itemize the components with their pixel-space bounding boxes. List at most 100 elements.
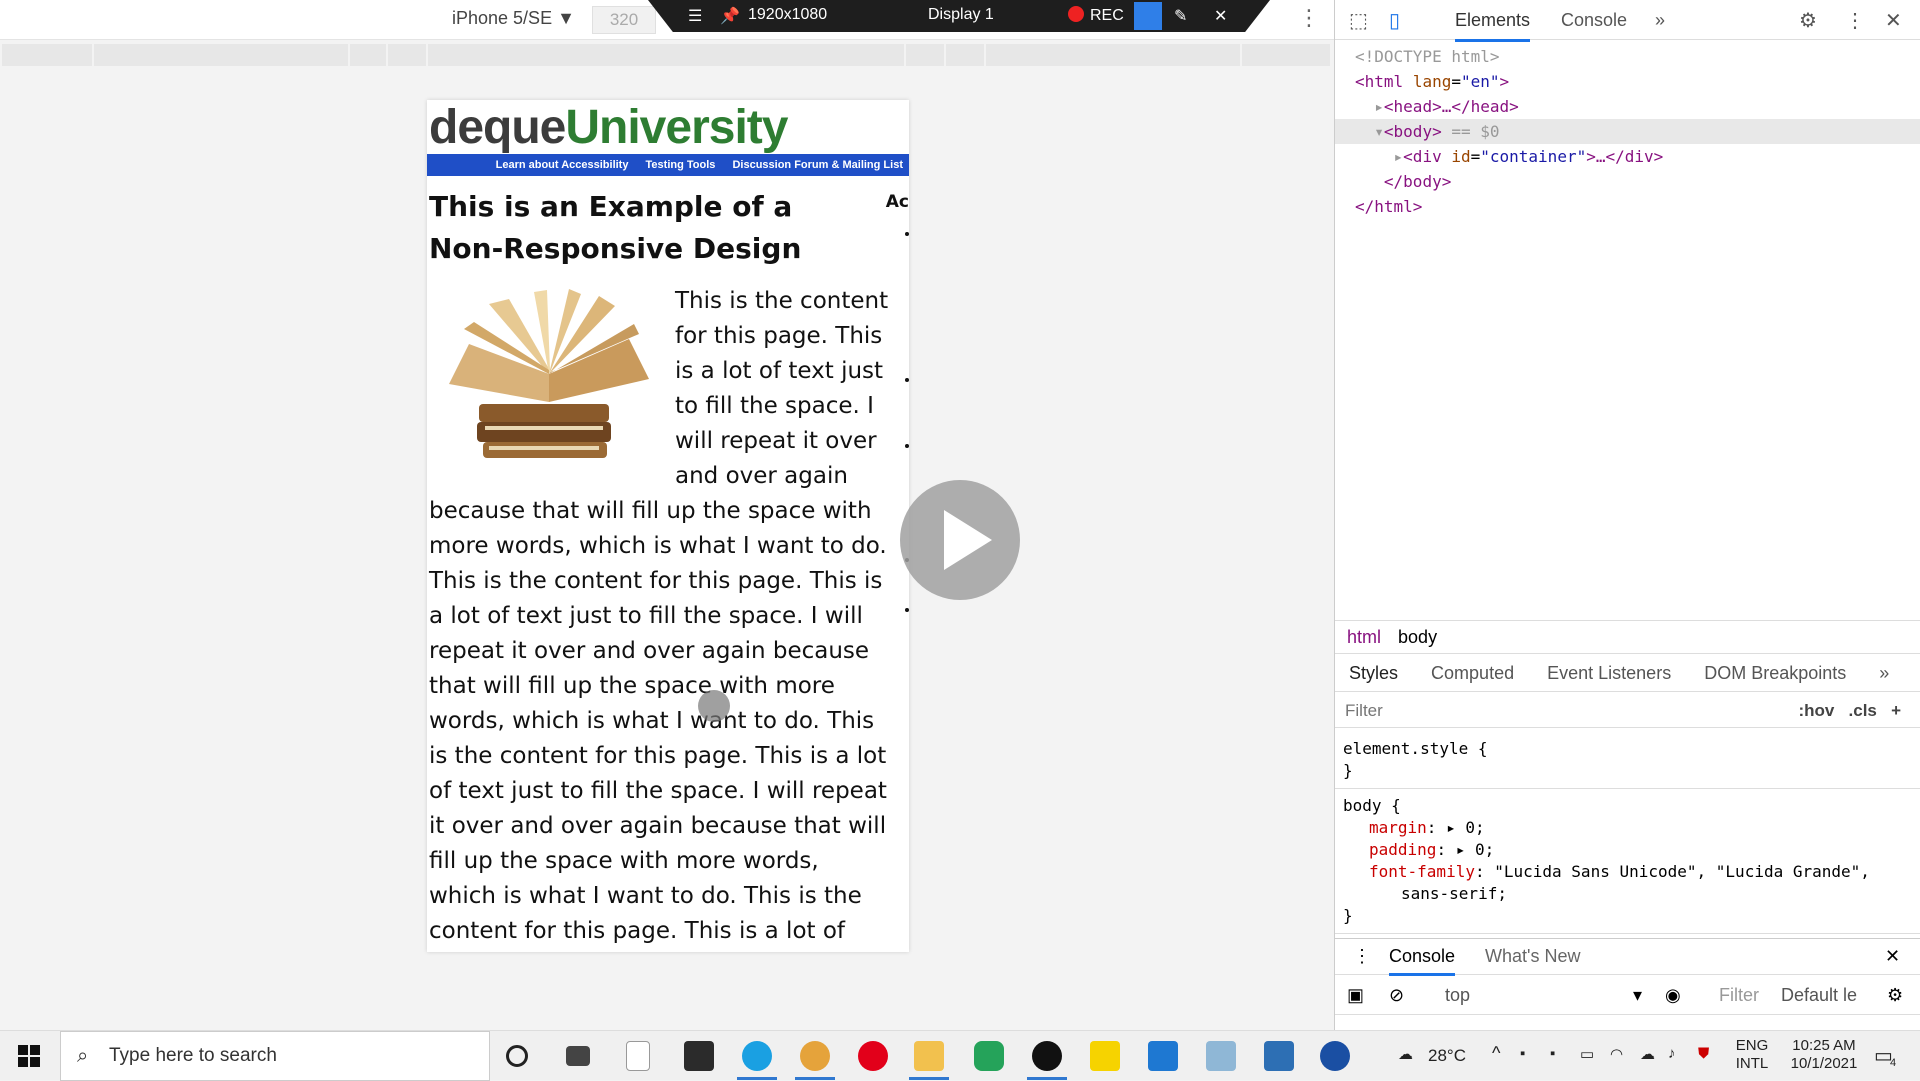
pin-icon[interactable]: 📌 [720, 6, 740, 26]
element-style-rule[interactable]: element.style { } [1335, 732, 1920, 789]
edge-icon[interactable] [742, 1041, 772, 1071]
player-icon[interactable] [1090, 1041, 1120, 1071]
task-view-icon[interactable] [566, 1046, 590, 1066]
recorder-app-icon[interactable] [1032, 1041, 1062, 1071]
nav-link-forum[interactable]: Discussion Forum & Mailing List [732, 159, 903, 171]
hp-icon[interactable] [1320, 1041, 1350, 1071]
media-query-segment[interactable] [946, 44, 986, 66]
styles-filter-input[interactable] [1343, 698, 1733, 724]
chevron-down-icon[interactable]: ▾ [1633, 975, 1642, 1015]
chrome-icon[interactable] [800, 1041, 830, 1071]
tab-event-listeners[interactable]: Event Listeners [1547, 663, 1671, 683]
dom-node-body-close[interactable]: </body> [1335, 169, 1920, 194]
vertical-dots-icon[interactable]: ⋮ [1298, 6, 1320, 31]
vertical-dots-icon[interactable]: ⋮ [1845, 8, 1865, 33]
language-indicator[interactable]: ENG INTL [1732, 1037, 1772, 1073]
media-query-segment[interactable] [986, 44, 1242, 66]
play-icon[interactable] [900, 480, 1020, 600]
gear-icon[interactable]: ⚙ [1799, 8, 1817, 33]
media-query-segment[interactable] [1242, 44, 1332, 66]
dom-node-doctype[interactable]: <!DOCTYPE html> [1335, 44, 1920, 69]
tray-icon[interactable]: ▪ [1520, 1045, 1525, 1062]
drawer-tab-whats-new[interactable]: What's New [1485, 939, 1580, 973]
close-icon[interactable]: ✕ [1885, 939, 1900, 973]
log-level-select[interactable]: Default le [1781, 975, 1857, 1015]
mcafee-icon[interactable]: ⛊ [1698, 1045, 1709, 1062]
bullet-dot [905, 378, 909, 382]
cls-toggle[interactable]: .cls [1849, 701, 1877, 720]
close-icon[interactable]: ✕ [1885, 8, 1902, 33]
folder-icon[interactable] [914, 1041, 944, 1071]
inspect-icon[interactable]: ⬚ [1349, 8, 1368, 33]
body-style-rule[interactable]: body { margin: ▸ 0; padding: ▸ 0; font-f… [1335, 789, 1920, 934]
windows-start-icon[interactable] [18, 1045, 40, 1067]
media-query-segment[interactable] [350, 44, 388, 66]
pen-icon[interactable]: ✎ [1174, 6, 1187, 26]
app-icon[interactable] [1206, 1041, 1236, 1071]
tray-icon[interactable]: ▪ [1550, 1045, 1555, 1062]
clock[interactable]: 10:25 AM 10/1/2021 [1782, 1037, 1866, 1073]
tab-dom-breakpoints[interactable]: DOM Breakpoints [1704, 663, 1846, 683]
media-query-segment[interactable] [388, 44, 428, 66]
css-property[interactable]: font-family: "Lucida Sans Unicode", "Luc… [1343, 861, 1913, 883]
console-filter-input[interactable]: Filter [1719, 975, 1759, 1015]
css-property[interactable]: margin: ▸ 0; [1343, 817, 1913, 839]
more-tabs-icon[interactable]: » [1879, 663, 1889, 683]
tab-computed[interactable]: Computed [1431, 663, 1514, 683]
media-query-segment[interactable] [428, 44, 906, 66]
breadcrumb-body[interactable]: body [1398, 627, 1437, 647]
file-icon[interactable] [626, 1041, 650, 1071]
hov-toggle[interactable]: :hov [1798, 701, 1834, 720]
css-property[interactable]: padding: ▸ 0; [1343, 839, 1913, 861]
device-toggle-icon[interactable]: ▯ [1389, 8, 1400, 33]
taskbar-search[interactable]: ⌕ Type here to search [60, 1031, 490, 1081]
whatsapp-icon[interactable] [974, 1041, 1004, 1071]
photos-icon[interactable] [1264, 1041, 1294, 1071]
dom-node-body[interactable]: ▾<body> == $0 [1335, 119, 1920, 144]
dom-node-html-close[interactable]: </html> [1335, 194, 1920, 219]
add-rule-button[interactable]: + [1891, 701, 1901, 720]
gear-icon[interactable]: ⚙ [1887, 975, 1903, 1015]
dom-node-html[interactable]: <html lang="en"> [1335, 69, 1920, 94]
chevron-up-icon[interactable]: ^ [1492, 1043, 1500, 1064]
clear-console-icon[interactable]: ⊘ [1389, 975, 1404, 1015]
close-icon[interactable]: ✕ [1214, 6, 1227, 26]
media-query-bar[interactable] [0, 42, 1334, 66]
onedrive-icon[interactable]: ☁ [1640, 1045, 1655, 1063]
dom-node-head[interactable]: ▸<head>…</head> [1335, 94, 1920, 119]
tab-styles[interactable]: Styles [1349, 663, 1398, 683]
nav-link-testing-tools[interactable]: Testing Tools [646, 159, 716, 171]
cortana-icon[interactable] [506, 1045, 528, 1067]
weather-icon[interactable]: ☁ [1398, 1045, 1413, 1063]
media-query-segment[interactable] [94, 44, 350, 66]
breadcrumb-html[interactable]: html [1347, 627, 1381, 647]
vertical-dots-icon[interactable]: ⋮ [1353, 939, 1371, 973]
display-label[interactable]: Display 1 [928, 6, 994, 24]
opera-icon[interactable] [858, 1041, 888, 1071]
eye-icon[interactable]: ◉ [1665, 975, 1681, 1015]
battery-icon[interactable]: ▭ [1580, 1045, 1594, 1063]
hamburger-icon[interactable]: ☰ [688, 6, 702, 26]
dom-node-container[interactable]: ▸<div id="container">…</div> [1335, 144, 1920, 169]
sidebar-toggle-icon[interactable]: ▣ [1347, 975, 1364, 1015]
volume-icon[interactable]: ♪ [1668, 1045, 1676, 1062]
wifi-icon[interactable]: ◠ [1610, 1045, 1623, 1063]
drawer-tab-console[interactable]: Console [1389, 939, 1456, 976]
tab-elements[interactable]: Elements [1455, 10, 1531, 42]
camera-icon[interactable] [1134, 2, 1162, 30]
vscode-icon[interactable] [1148, 1041, 1178, 1071]
weather-temperature[interactable]: 28°C [1428, 1046, 1466, 1066]
rec-button[interactable]: REC [1068, 6, 1124, 25]
store-icon[interactable] [684, 1041, 714, 1071]
media-query-segment[interactable] [906, 44, 946, 66]
resolution-label: 1920x1080 [748, 6, 828, 23]
context-select[interactable]: top [1445, 975, 1470, 1015]
device-width-input[interactable]: 320 [592, 6, 656, 34]
more-tabs-icon[interactable]: » [1655, 10, 1665, 31]
rule-close: } [1343, 761, 1353, 780]
nav-link-accessibility[interactable]: Learn about Accessibility [496, 159, 629, 171]
device-select[interactable]: iPhone 5/SE ▼ [452, 8, 575, 29]
media-query-segment[interactable] [2, 44, 94, 66]
tab-console[interactable]: Console [1561, 10, 1627, 31]
site-logo[interactable]: dequeUniversity [429, 100, 788, 156]
